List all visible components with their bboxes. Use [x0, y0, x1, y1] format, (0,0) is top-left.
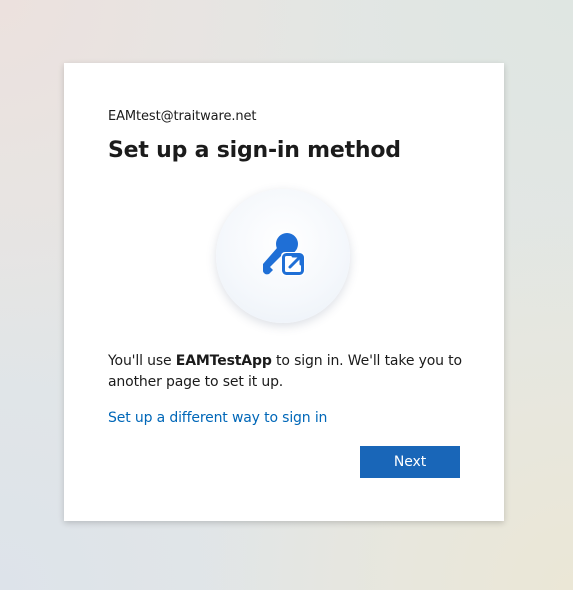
sign-in-card: EAMtest@traitware.net Set up a sign-in m…: [64, 63, 504, 521]
method-description: You'll use EAMTestApp to sign in. We'll …: [108, 351, 468, 393]
account-email: EAMtest@traitware.net: [108, 109, 257, 124]
passkey-external-icon: [263, 233, 305, 276]
app-name: EAMTestApp: [175, 353, 272, 369]
page-title: Set up a sign-in method: [108, 138, 401, 163]
page-background: { "account": { "email": "EAMtest@traitwa…: [0, 0, 573, 590]
description-prefix: You'll use: [108, 353, 176, 369]
method-icon-badge: [216, 189, 350, 323]
next-button[interactable]: Next: [360, 446, 460, 478]
different-method-link[interactable]: Set up a different way to sign in: [108, 410, 327, 426]
